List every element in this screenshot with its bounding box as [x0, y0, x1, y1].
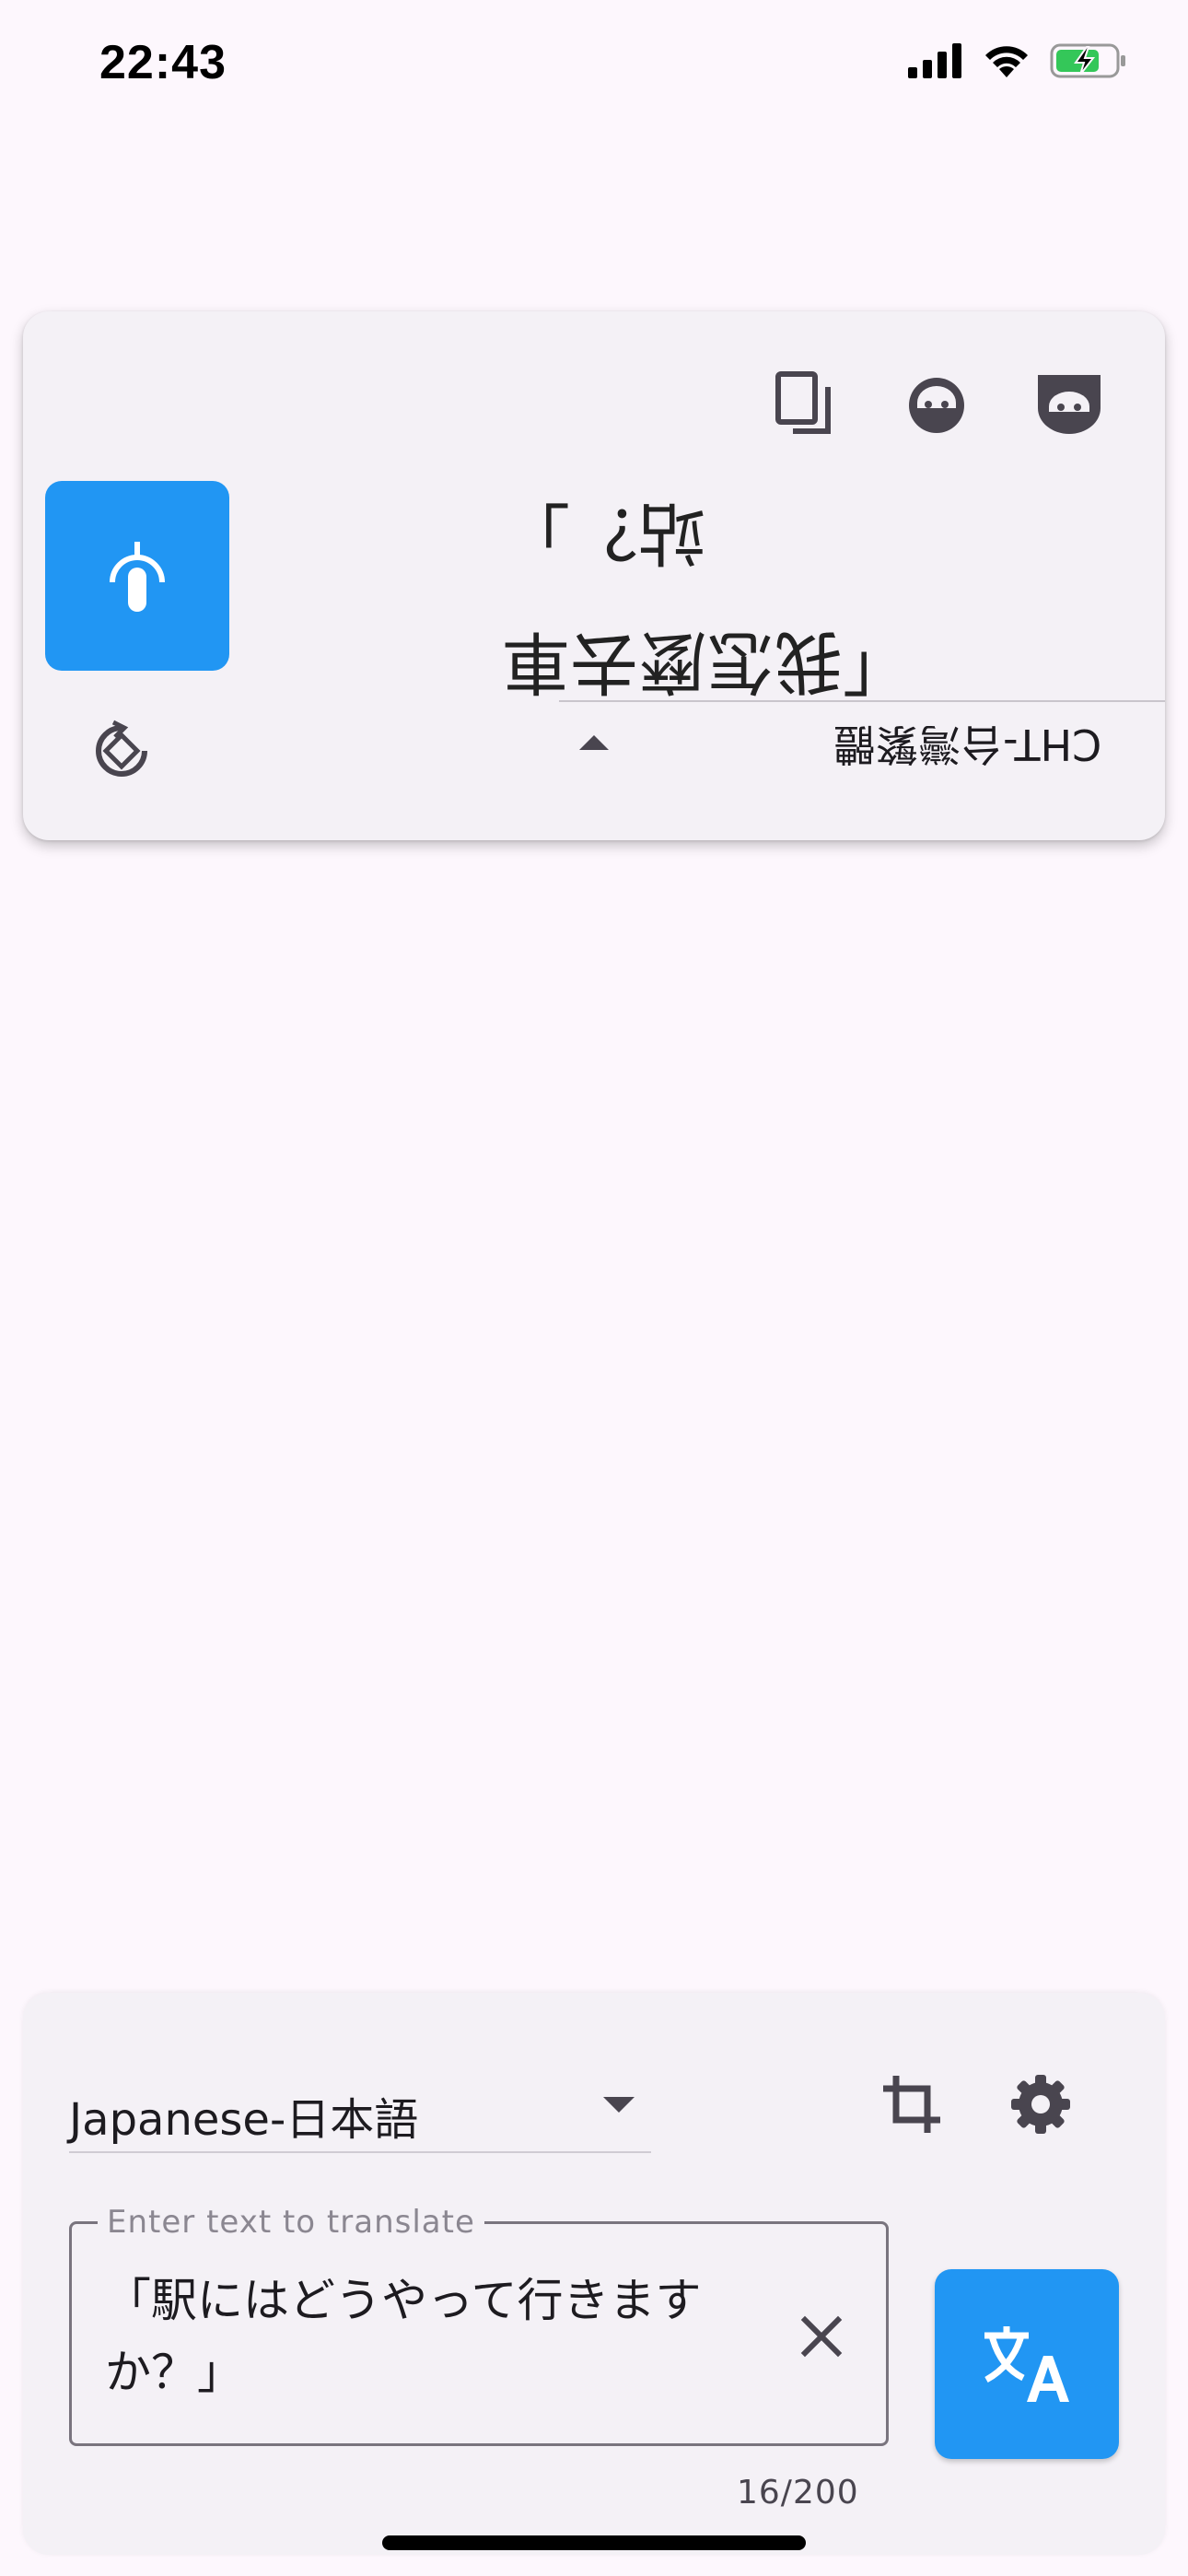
input-label: Enter text to translate: [98, 2204, 484, 2241]
copy-button[interactable]: [765, 365, 843, 442]
crop-icon: [883, 2076, 940, 2133]
translate-input-field[interactable]: Enter text to translate 「駅にはどうやって行きますか？」: [69, 2204, 889, 2446]
rotate-icon: [96, 720, 147, 777]
home-indicator[interactable]: [382, 2535, 806, 2550]
status-time: 22:43: [99, 36, 227, 89]
character-counter: 16/200: [737, 2474, 859, 2512]
close-icon: [800, 2315, 843, 2358]
translation-output-card: 「我怎麼去車 站？」 CHT-台灣繁體: [23, 311, 1165, 840]
status-bar: 22:43: [0, 0, 1188, 129]
chevron-down-icon[interactable]: [603, 2097, 635, 2113]
translated-text: 「我怎麼去車 站？」: [502, 493, 911, 701]
source-language-select[interactable]: Japanese-日本語: [69, 2072, 651, 2153]
battery-charging-icon: [1050, 43, 1125, 78]
translate-button[interactable]: [935, 2269, 1119, 2459]
source-language-label: Japanese-日本語: [69, 2094, 419, 2146]
settings-button[interactable]: [999, 2063, 1082, 2146]
speak-button[interactable]: [898, 367, 975, 444]
mic-icon: [110, 542, 165, 612]
clear-button[interactable]: [794, 2309, 849, 2364]
copy-icon: [775, 371, 831, 434]
divider: [559, 700, 1165, 702]
translate-icon: [984, 2326, 1069, 2402]
chat-bubble-filled-icon: [1038, 375, 1101, 434]
chat-bubble-icon: [909, 378, 964, 433]
translation-input-card: Japanese-日本語 Enter text to translate 「駅に…: [23, 1993, 1165, 2555]
target-language-label[interactable]: CHT-台灣繁體: [833, 717, 1165, 778]
wifi-icon: [985, 46, 1028, 77]
microphone-button[interactable]: [45, 481, 229, 671]
rotate-button[interactable]: [80, 709, 163, 792]
input-text[interactable]: 「駅にはどうやって行きますか？」: [105, 2265, 750, 2408]
status-icons: [908, 42, 1127, 79]
crop-button[interactable]: [870, 2063, 953, 2146]
settings-icon: [1011, 2075, 1070, 2134]
target-language-dropdown-icon[interactable]: [579, 735, 609, 750]
cellular-signal-icon: [908, 43, 961, 78]
speak-slow-button[interactable]: [1023, 357, 1115, 450]
